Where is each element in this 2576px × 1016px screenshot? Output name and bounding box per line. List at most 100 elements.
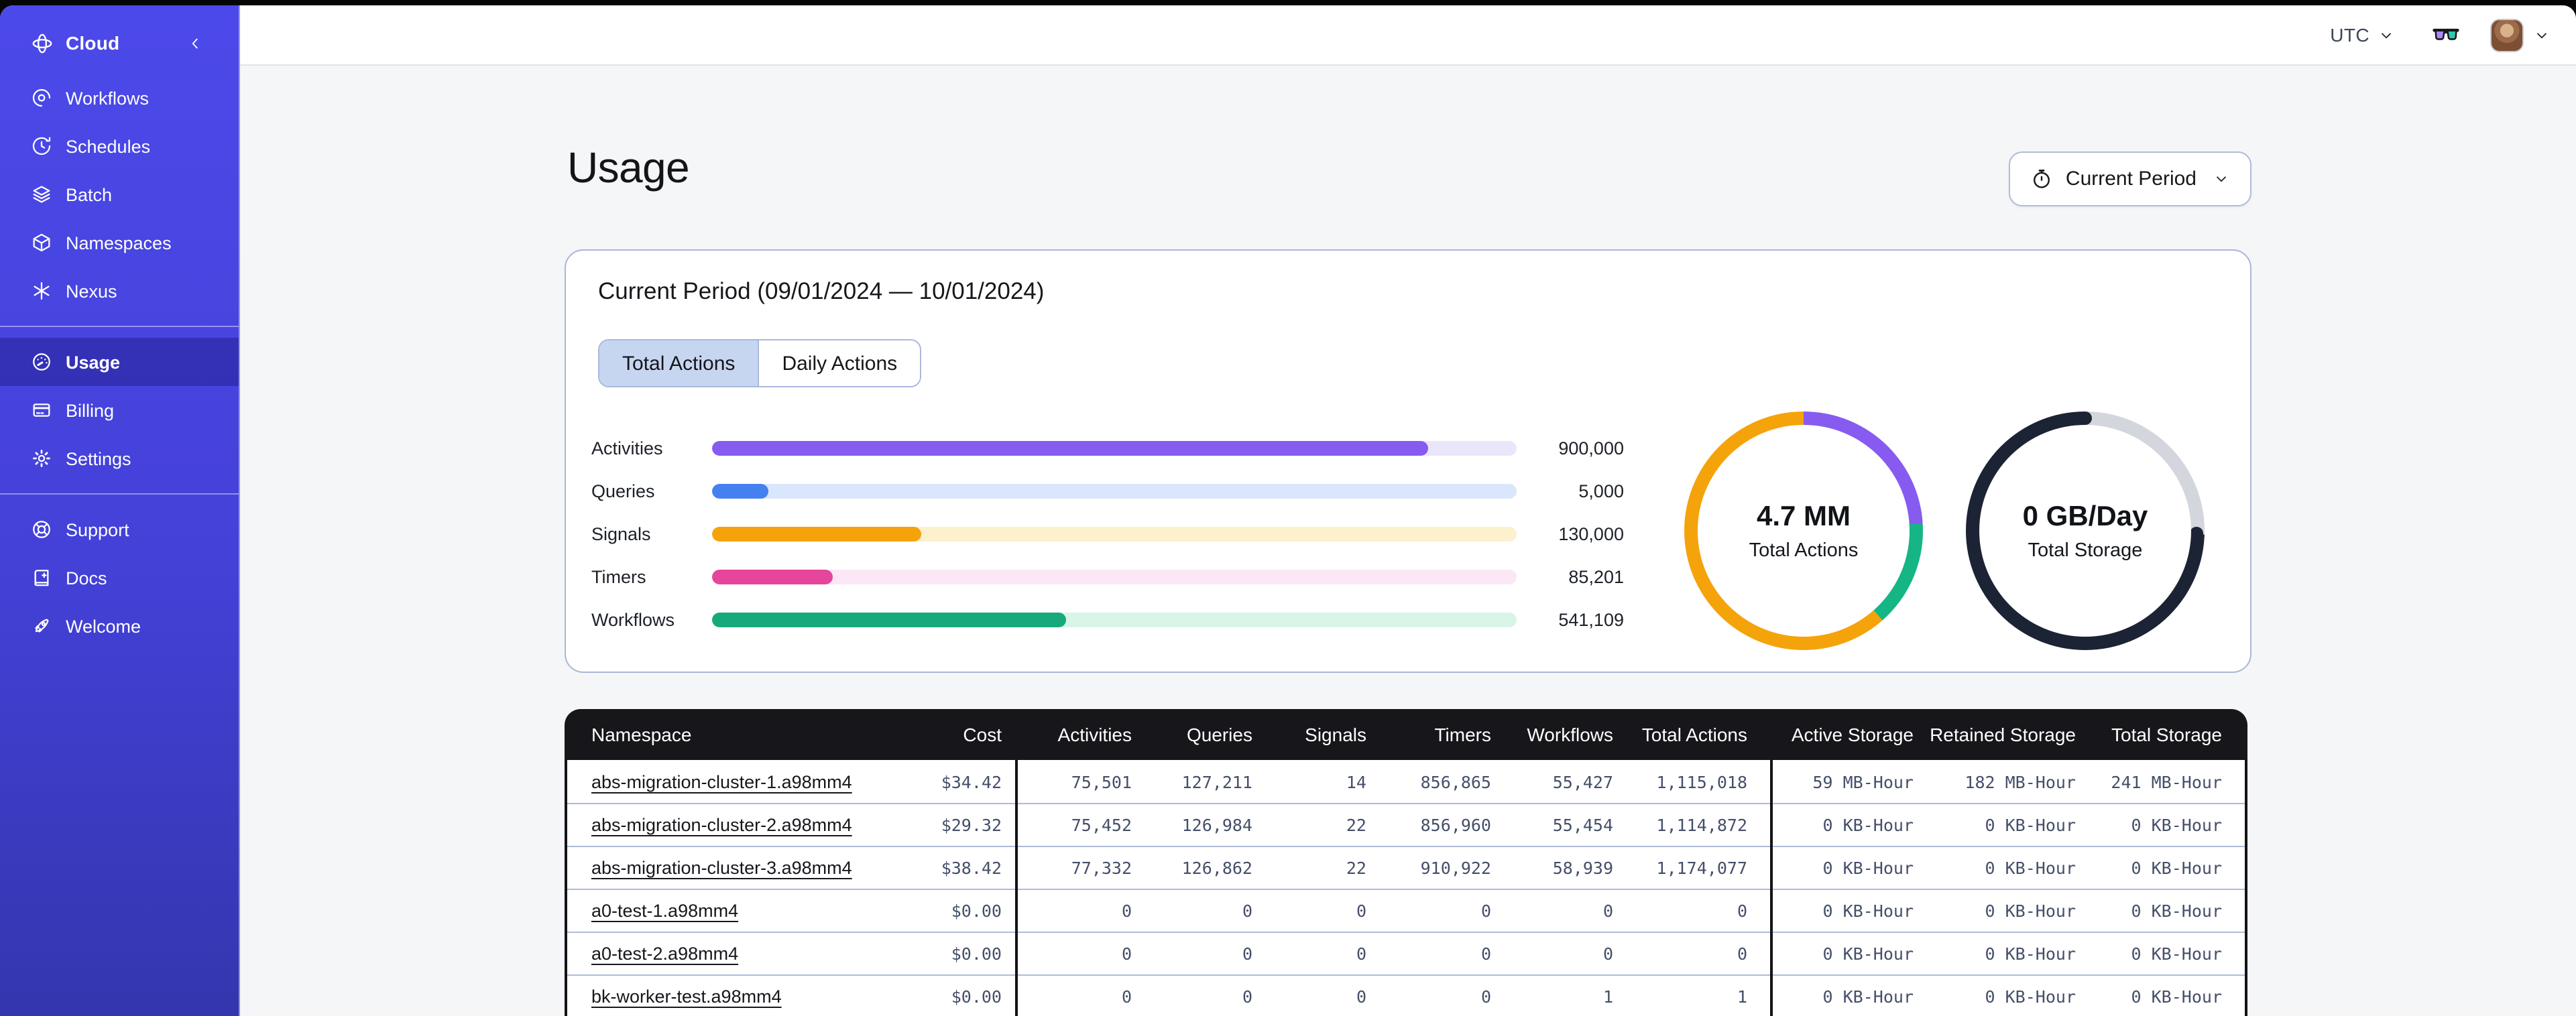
donut-center: 4.7 MM Total Actions xyxy=(1698,425,1910,637)
cell-queries: 0 xyxy=(1242,987,1252,1007)
sidebar-item-settings[interactable]: Settings xyxy=(0,434,239,483)
cell-namespace: abs-migration-cluster-3.a98mm4 xyxy=(565,847,900,889)
batch-icon xyxy=(31,184,52,205)
cell-timers: 0 xyxy=(1480,987,1491,1007)
bar-value: 541,109 xyxy=(1558,609,1624,629)
tab-daily-actions[interactable]: Daily Actions xyxy=(758,340,921,386)
bar-fill xyxy=(712,569,833,584)
namespace-link[interactable]: a0-test-1.a98mm4 xyxy=(591,901,738,921)
column-header-total-actions: Total Actions xyxy=(1641,724,1747,745)
content: Usage Current Period Current Period (09/… xyxy=(565,66,2251,1016)
timezone-label: UTC xyxy=(2330,24,2369,46)
namespace-usage-table: Namespace Cost Activities Queries Signals Tim… xyxy=(565,709,2247,1016)
namespace-link[interactable]: abs-migration-cluster-3.a98mm4 xyxy=(591,858,852,878)
tab-total-actions[interactable]: Total Actions xyxy=(599,340,758,386)
sidebar-item-label: Usage xyxy=(66,352,121,372)
sidebar-brand[interactable]: Cloud xyxy=(0,23,239,63)
sidebar-item-workflows[interactable]: Workflows xyxy=(0,74,239,122)
collapse-sidebar-icon[interactable] xyxy=(186,34,204,52)
actions-bar-chart: Activities 900,000 Queries 5,000 Signals 130,… xyxy=(591,426,1624,641)
bar-label: Signals xyxy=(591,523,651,544)
cell-active_storage: 0 KB-Hour xyxy=(1822,901,1914,921)
cell-timers: 856,960 xyxy=(1420,815,1491,835)
chevron-down-icon[interactable] xyxy=(2533,26,2551,44)
usage-summary-card: Current Period (09/01/2024 — 10/01/2024)… xyxy=(565,249,2251,673)
cell-retained_storage: 0 KB-Hour xyxy=(1985,987,2076,1007)
gauge-icon xyxy=(31,351,52,373)
cell-namespace: a0-test-1.a98mm4 xyxy=(565,890,900,932)
donut-cap xyxy=(2190,527,2203,540)
cell-total_actions: 1 xyxy=(1737,987,1747,1007)
cell-workflows: 0 xyxy=(1602,944,1613,964)
column-header-active-storage: Active Storage xyxy=(1791,724,1914,745)
column-header-total-storage: Total Storage xyxy=(2111,724,2222,745)
sidebar-item-usage[interactable]: Usage xyxy=(0,338,239,386)
cell-active_storage: 59 MB-Hour xyxy=(1812,771,1914,791)
namespace-link[interactable]: bk-worker-test.a98mm4 xyxy=(591,987,782,1007)
cell-active_storage: 0 KB-Hour xyxy=(1822,815,1914,835)
total-actions-donut: 4.7 MM Total Actions xyxy=(1684,411,1923,650)
column-header-retained-storage: Retained Storage xyxy=(1930,724,2076,745)
timezone-selector[interactable]: UTC xyxy=(2322,23,2395,69)
namespace-link[interactable]: a0-test-2.a98mm4 xyxy=(591,944,738,964)
cell-timers: 0 xyxy=(1480,944,1491,964)
topbar: UTC xyxy=(240,5,2576,69)
cell-activities: 75,501 xyxy=(1071,771,1132,791)
avatar[interactable] xyxy=(2490,18,2524,52)
table-divider-line xyxy=(1770,760,1773,1016)
sidebar-nav: Workflows Schedules Batch Namespaces Nexus Us… xyxy=(0,74,239,650)
bar-fill xyxy=(712,440,1428,455)
sidebar-item-label: Settings xyxy=(66,448,131,468)
sidebar-item-label: Schedules xyxy=(66,136,151,156)
cell-retained_storage: 0 KB-Hour xyxy=(1985,815,2076,835)
cell-namespace: abs-migration-cluster-2.a98mm4 xyxy=(565,804,900,846)
cell-queries: 126,984 xyxy=(1181,815,1252,835)
cell-queries: 0 xyxy=(1242,944,1252,964)
cell-total_actions: 1,115,018 xyxy=(1656,771,1747,791)
total-storage-value: 0 GB/Day xyxy=(2022,501,2148,531)
column-header-signals: Signals xyxy=(1305,724,1366,745)
cell-total_storage: 241 MB-Hour xyxy=(2111,771,2222,791)
cell-activities: 0 xyxy=(1121,901,1132,921)
bar-track xyxy=(712,440,1517,455)
cell-workflows: 0 xyxy=(1602,901,1613,921)
total-storage-caption: Total Storage xyxy=(2028,539,2143,561)
period-selector-button[interactable]: Current Period xyxy=(2009,151,2251,206)
sidebar-item-support[interactable]: Support xyxy=(0,505,239,554)
column-header-activities: Activities xyxy=(1057,724,1132,745)
cell-workflows: 58,939 xyxy=(1552,858,1613,878)
sidebar-item-docs[interactable]: Docs xyxy=(0,554,239,602)
table-body: abs-migration-cluster-1.a98mm4 $34.42 75,5… xyxy=(565,760,2247,1016)
namespace-link[interactable]: abs-migration-cluster-1.a98mm4 xyxy=(591,771,852,791)
namespace-link[interactable]: abs-migration-cluster-2.a98mm4 xyxy=(591,815,852,835)
bar-value: 85,201 xyxy=(1568,566,1624,586)
actions-tab-group: Total Actions Daily Actions xyxy=(598,339,922,387)
glasses-icon[interactable] xyxy=(2431,20,2461,50)
sidebar-item-nexus[interactable]: Nexus xyxy=(0,267,239,315)
sidebar-item-welcome[interactable]: Welcome xyxy=(0,602,239,650)
billing-icon xyxy=(31,399,52,421)
table-row: a0-test-2.a98mm4 $0.00 0 0 0 0 0 0 0 KB-Hour 0 KB… xyxy=(565,932,2247,974)
schedules-icon xyxy=(31,135,52,157)
sidebar-item-schedules[interactable]: Schedules xyxy=(0,122,239,170)
sidebar-item-label: Docs xyxy=(66,568,107,588)
bar-track xyxy=(712,526,1517,541)
sidebar-item-namespaces[interactable]: Namespaces xyxy=(0,218,239,267)
sidebar-item-batch[interactable]: Batch xyxy=(0,170,239,218)
cell-total_actions: 1,114,872 xyxy=(1656,815,1747,835)
cell-total_storage: 0 KB-Hour xyxy=(2131,858,2222,878)
column-header-workflows: Workflows xyxy=(1527,724,1613,745)
donut-cap xyxy=(2079,411,2092,425)
table-row: bk-worker-test.a98mm4 $0.00 0 0 0 0 1 1 0 KB-Hou… xyxy=(565,974,2247,1016)
cell-total_storage: 0 KB-Hour xyxy=(2131,901,2222,921)
sidebar-item-label: Batch xyxy=(66,184,113,204)
cell-namespace: bk-worker-test.a98mm4 xyxy=(565,976,900,1016)
bar-track xyxy=(712,612,1517,627)
sidebar-divider xyxy=(0,493,239,495)
sidebar-item-billing[interactable]: Billing xyxy=(0,386,239,434)
bar-label: Activities xyxy=(591,438,663,458)
column-header-cost: Cost xyxy=(963,724,1002,745)
cell-retained_storage: 0 KB-Hour xyxy=(1985,901,2076,921)
cell-queries: 127,211 xyxy=(1181,771,1252,791)
brand-label: Cloud xyxy=(66,32,120,54)
